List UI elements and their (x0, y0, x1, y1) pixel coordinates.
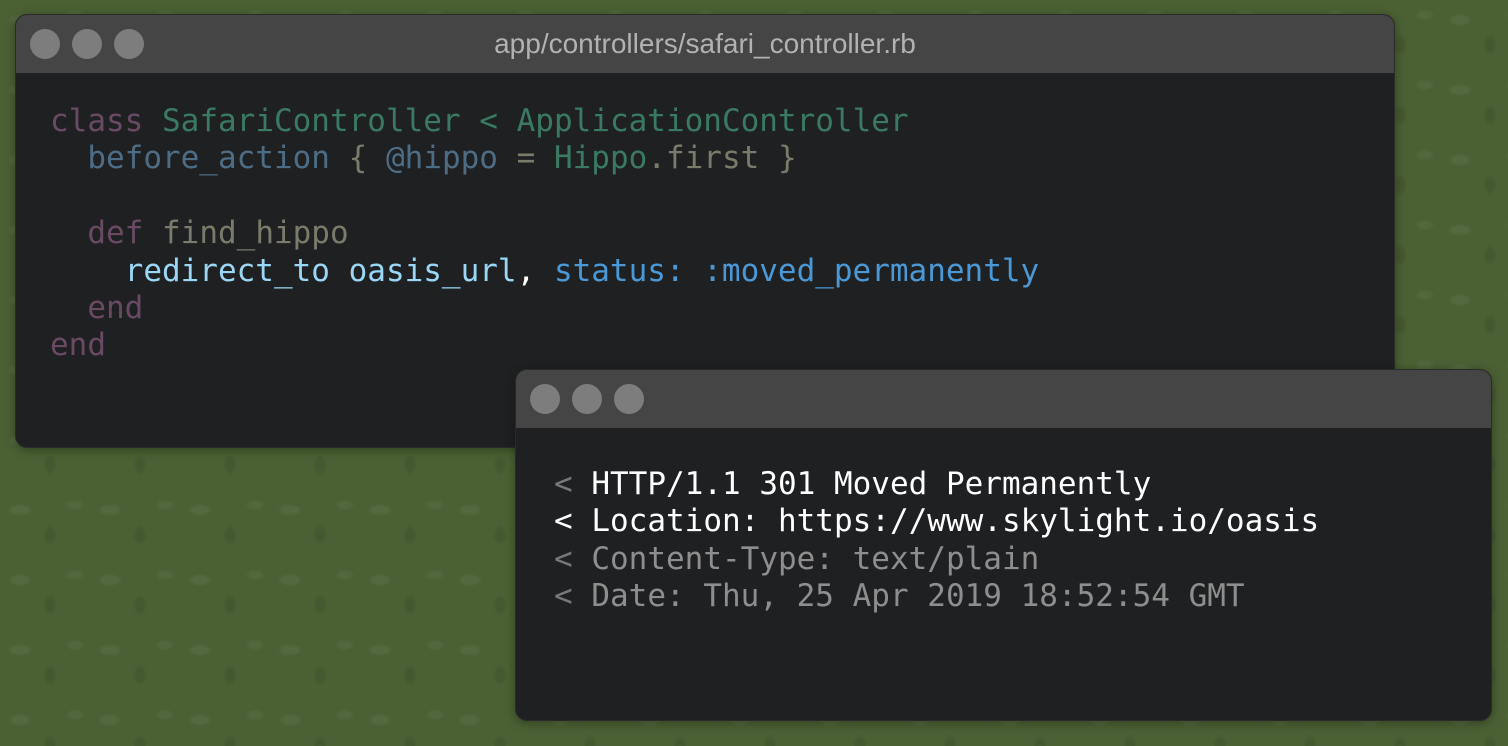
code-block: class SafariController < ApplicationCont… (16, 73, 1394, 365)
response-line-status: < HTTP/1.1 301 Moved Permanently (554, 466, 1491, 503)
http-response: < HTTP/1.1 301 Moved Permanently < Locati… (516, 428, 1491, 616)
response-prompt: < (554, 503, 573, 540)
assignment-operator: = (516, 140, 536, 177)
response-prompt: < (554, 578, 573, 615)
editor-title: app/controllers/safari_controller.rb (494, 28, 916, 59)
response-text: HTTP/1.1 301 Moved Permanently (591, 466, 1152, 502)
close-window-dot[interactable] (530, 384, 560, 414)
minimize-window-dot[interactable] (572, 384, 602, 414)
response-text: Content-Type: text/plain (591, 540, 1040, 577)
response-window: < HTTP/1.1 301 Moved Permanently < Locati… (515, 369, 1492, 721)
response-text: Date: Thu, 25 Apr 2019 18:52:54 GMT (591, 578, 1245, 615)
method-name: find_hippo (162, 215, 349, 252)
status-argument: status: :moved_permanently (553, 252, 1040, 289)
response-titlebar (516, 370, 1491, 428)
code-line: end (50, 327, 1394, 364)
response-prompt: < (554, 540, 573, 577)
open-brace: { (348, 140, 368, 177)
instance-variable: @hippo (385, 140, 498, 177)
close-brace: } (777, 140, 797, 177)
redirect-call: redirect_to oasis_url (124, 252, 517, 289)
model-constant: Hippo (553, 140, 648, 177)
response-line-date: < Date: Thu, 25 Apr 2019 18:52:54 GMT (554, 578, 1491, 615)
response-line-content-type: < Content-Type: text/plain (554, 541, 1491, 578)
maximize-window-dot[interactable] (614, 384, 644, 414)
code-line: def find_hippo (50, 215, 1394, 252)
response-text: Location: https://www.skylight.io/oasis (591, 503, 1320, 540)
comma: , (516, 252, 536, 289)
response-line-location: < Location: https://www.skylight.io/oasi… (554, 503, 1491, 540)
method-call: .first (647, 140, 760, 177)
class-name: SafariController (162, 103, 461, 139)
code-line: class SafariController < ApplicationCont… (50, 103, 1394, 140)
parent-class: ApplicationController (516, 103, 909, 139)
code-line: before_action { @hippo = Hippo.first } (50, 140, 1394, 177)
editor-titlebar: app/controllers/safari_controller.rb (16, 15, 1394, 73)
inherit-operator: < (479, 103, 498, 139)
window-controls (530, 384, 656, 414)
before-action-call: before_action (87, 140, 330, 177)
code-line: redirect_to oasis_url, status: :moved_pe… (50, 253, 1394, 290)
code-line: end (50, 290, 1394, 327)
keyword-def: def (87, 215, 144, 252)
keyword-end: end (50, 327, 106, 364)
keyword-end: end (87, 289, 144, 326)
response-prompt: < (554, 466, 573, 502)
keyword-class: class (50, 103, 144, 139)
